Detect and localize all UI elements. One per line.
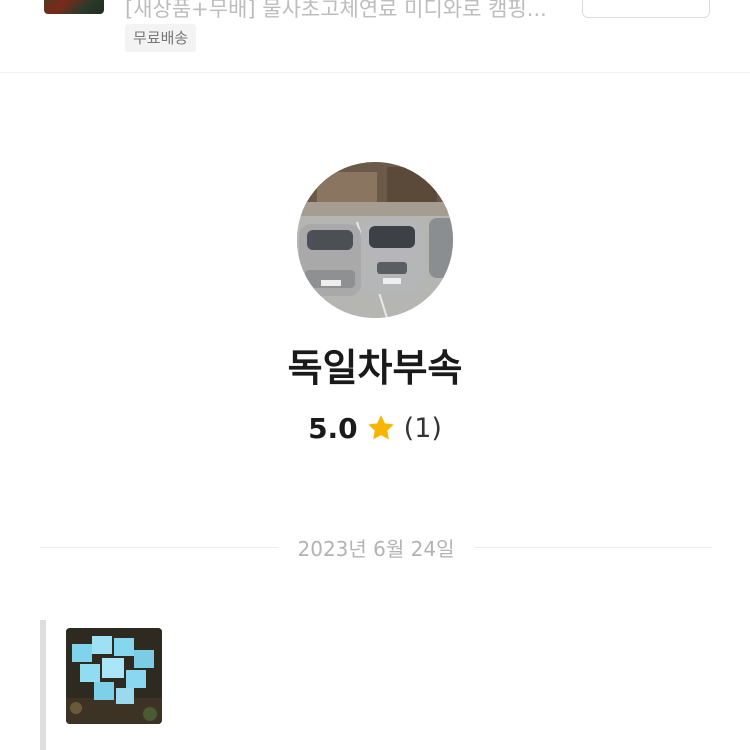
divider-line-left (40, 546, 278, 548)
seller-avatar-image (297, 162, 453, 318)
seller-name[interactable]: 독일차부속 (0, 340, 750, 396)
product-title[interactable]: [새상품+무배] 물사초고체연료 미디와로 캠핑... (125, 0, 575, 24)
product-thumbnail[interactable] (44, 0, 104, 14)
star-icon (367, 415, 394, 440)
free-shipping-badge: 무료배송 (125, 24, 197, 52)
review-photo-image (66, 628, 162, 724)
review-date: 2023년 6월 24일 (297, 536, 455, 561)
review-count[interactable]: (1) (404, 413, 442, 444)
seller-rating: 5.0 (1) (0, 408, 750, 448)
review-photo[interactable] (66, 628, 162, 724)
review-quote-bar (40, 620, 46, 750)
product-action-button[interactable] (582, 0, 710, 18)
seller-avatar[interactable] (297, 162, 453, 318)
divider-line-right (474, 546, 712, 548)
date-divider: 2023년 6월 24일 (40, 532, 712, 562)
product-bar[interactable]: [새상품+무배] 물사초고체연료 미디와로 캠핑... 무료배송 (0, 0, 750, 73)
rating-score: 5.0 (308, 411, 358, 445)
